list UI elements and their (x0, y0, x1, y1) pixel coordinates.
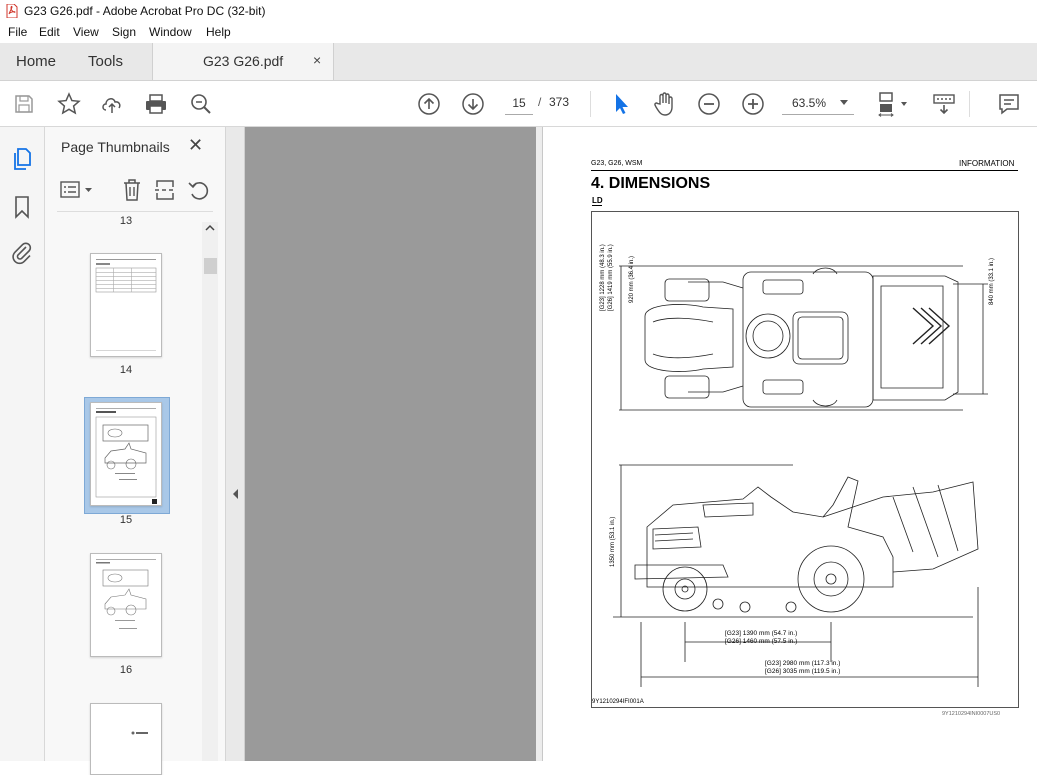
menu-bar: File Edit View Sign Window Help (0, 22, 1037, 43)
thumbnail-15-preview (95, 408, 157, 504)
header-rule (591, 170, 1018, 171)
menu-view[interactable]: View (73, 25, 99, 39)
select-cursor-icon[interactable] (611, 92, 631, 116)
section-subheading: LD (592, 196, 603, 205)
tab-tools[interactable]: Tools (88, 53, 123, 70)
extract-page-icon[interactable] (153, 178, 177, 202)
pdf-page: G23, G26, WSM INFORMATION 4. DIMENSIONS … (542, 127, 1037, 761)
menu-help[interactable]: Help (206, 25, 231, 39)
thumbnails-scrollbar[interactable] (202, 222, 218, 761)
thumbnail-17-preview (131, 731, 148, 735)
hand-tool-icon[interactable] (653, 91, 677, 117)
dim-label-height: 1350 mm (53.1 in.) (610, 516, 616, 567)
thumbnail-page-17[interactable] (90, 703, 162, 775)
footer-code: 9Y1210294INI0007US0 (942, 711, 1001, 717)
thumbnail-label-15: 15 (119, 514, 133, 526)
thumbnail-16-preview (96, 559, 156, 629)
page-header-right: INFORMATION (959, 159, 1015, 168)
subheading-underline (592, 205, 602, 206)
dim-label-wheelbase-g26: [G26] 1460 mm (57.5 in.) (725, 638, 798, 645)
page-header-left: G23, G26, WSM (591, 160, 643, 167)
tab-document[interactable]: G23 G26.pdf × (152, 43, 334, 80)
previous-page-icon[interactable] (417, 92, 441, 116)
chevron-down-icon[interactable] (839, 99, 849, 107)
panel-divider (57, 211, 213, 212)
menu-file[interactable]: File (8, 25, 27, 39)
close-panel-icon[interactable]: ✕ (188, 135, 203, 156)
save-icon[interactable] (13, 93, 35, 115)
page-total: 373 (549, 95, 570, 109)
tractor-side-view-drawing (613, 464, 979, 687)
thumbnail-14-preview (95, 259, 157, 351)
attachment-icon[interactable] (11, 241, 33, 265)
thumbnail-label-16: 16 (119, 664, 133, 676)
thumbnail-label-14: 14 (119, 364, 133, 376)
zoom-level-value: 63.5% (792, 96, 827, 110)
section-heading: 4. DIMENSIONS (591, 175, 711, 192)
dim-label-wheelbase-g23: [G23] 1390 mm (54.7 in.) (725, 630, 798, 637)
upload-cloud-icon[interactable] (100, 92, 124, 116)
print-icon[interactable] (144, 92, 168, 116)
tab-document-label: G23 G26.pdf (203, 53, 284, 69)
dim-label-length-g23: [G23] 2980 mm (117.3 in.) (765, 660, 841, 667)
navigation-rail (0, 127, 45, 761)
zoom-search-icon[interactable] (189, 92, 213, 116)
page-number-input[interactable]: 15 (505, 92, 533, 115)
bookmark-star-icon[interactable] (57, 92, 81, 116)
menu-edit[interactable]: Edit (39, 25, 60, 39)
collapse-panel-icon[interactable] (231, 488, 239, 500)
menu-window[interactable]: Window (149, 25, 192, 39)
dim-label-deck-width: 840 mm (33.1 in.) (989, 257, 995, 305)
zoom-out-icon[interactable] (697, 92, 721, 116)
page-thumbnails-icon[interactable] (11, 147, 33, 171)
menu-sign[interactable]: Sign (112, 25, 136, 39)
dim-label-width-g26: [G26] 1419 mm (55.9 in.) (608, 244, 614, 311)
thumbnails-panel: Page Thumbnails ✕ 13 14 15 16 (45, 127, 226, 775)
dim-label-width-g23: [G23] 1228 mm (48.3 in.) (600, 244, 606, 311)
dim-label-length-g26: [G26] 3035 mm (119.5 in.) (765, 668, 841, 675)
thumbnails-panel-title: Page Thumbnails (61, 139, 170, 155)
panel-collapse-strip[interactable] (226, 127, 245, 761)
toolbar-divider (969, 91, 970, 117)
close-tab-icon[interactable]: × (313, 52, 321, 68)
toolbar: 15 / 373 63.5% (0, 81, 1037, 127)
window-title: G23 G26.pdf - Adobe Acrobat Pro DC (32-b… (24, 4, 266, 18)
rotate-page-icon[interactable] (187, 178, 211, 202)
bookmark-icon[interactable] (13, 195, 31, 219)
delete-page-icon[interactable] (121, 178, 143, 202)
scroll-mode-icon[interactable] (932, 92, 956, 116)
next-page-icon[interactable] (461, 92, 485, 116)
thumbnail-label-13: 13 (119, 215, 133, 227)
scroll-up-icon[interactable] (204, 223, 216, 233)
thumbnail-page-16[interactable] (90, 553, 162, 657)
title-bar: G23 G26.pdf - Adobe Acrobat Pro DC (32-b… (0, 0, 1037, 22)
comment-icon[interactable] (997, 92, 1021, 116)
tab-home[interactable]: Home (16, 53, 56, 70)
page-fit-icon[interactable] (876, 91, 910, 117)
figure-code: 9Y1210294IFI001A (592, 699, 644, 705)
pdf-file-icon (6, 4, 18, 18)
thumbnail-page-14[interactable] (90, 253, 162, 357)
tractor-top-view-drawing (619, 265, 988, 411)
scrollbar-thumb[interactable] (204, 258, 217, 274)
thumbnail-options-icon[interactable] (60, 179, 96, 201)
zoom-in-icon[interactable] (741, 92, 765, 116)
page-separator: / (538, 95, 542, 109)
document-viewport[interactable]: G23, G26, WSM INFORMATION 4. DIMENSIONS … (245, 127, 1037, 761)
tab-row: Home Tools G23 G26.pdf × (0, 43, 1037, 81)
dim-label-tread: 920 mm (36.4 in.) (629, 255, 635, 303)
thumbnail-page-15[interactable] (90, 402, 162, 506)
toolbar-divider (590, 91, 591, 117)
